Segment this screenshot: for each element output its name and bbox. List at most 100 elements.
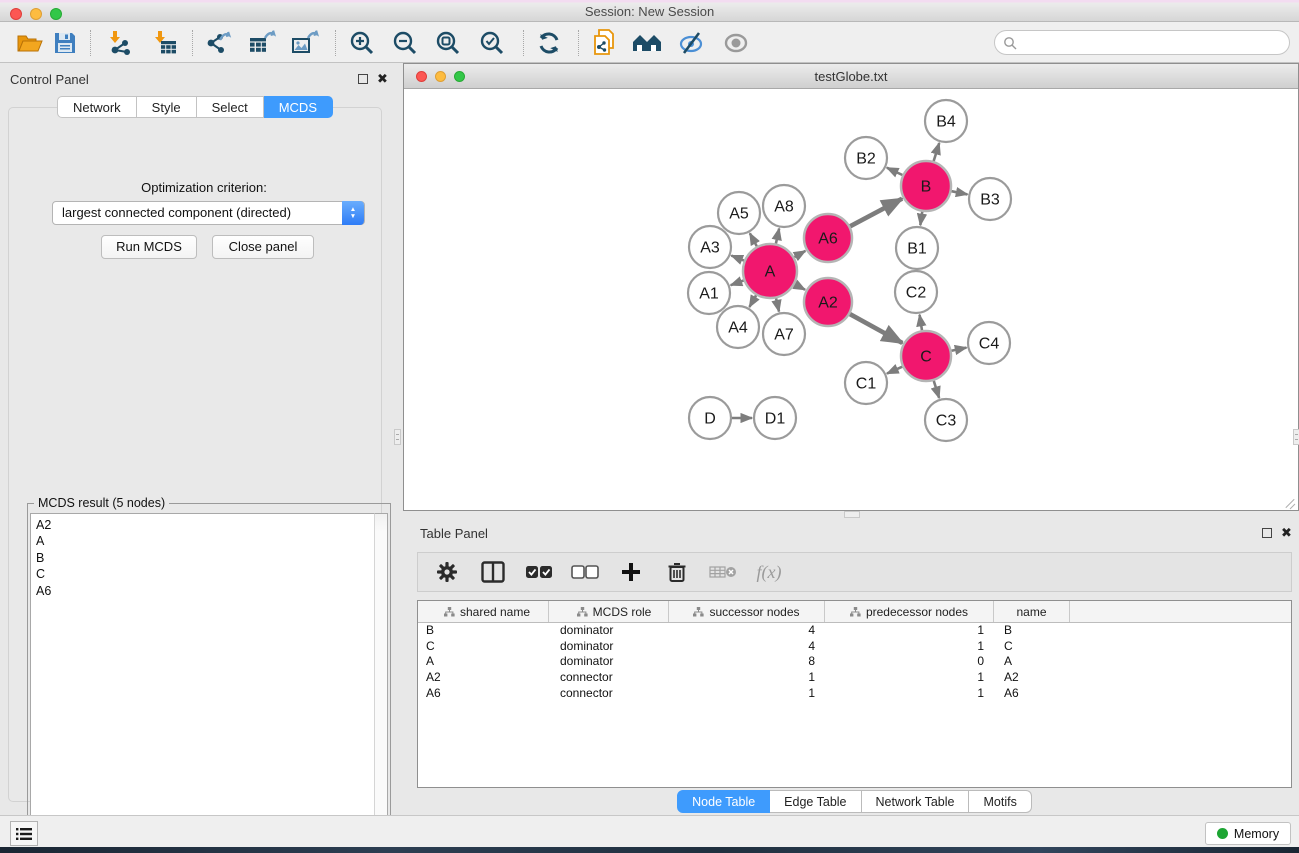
cell-shared-name[interactable]: C bbox=[418, 639, 549, 655]
cell-shared-name[interactable]: A2 bbox=[418, 670, 549, 686]
close-table-panel-icon[interactable]: ✖ bbox=[1281, 525, 1292, 541]
graph-edge-A-A3[interactable] bbox=[731, 256, 744, 261]
deselect-all-checkboxes-button[interactable] bbox=[570, 557, 600, 587]
import-table-button[interactable] bbox=[148, 26, 182, 60]
graph-edge-A-A2[interactable] bbox=[795, 284, 805, 290]
task-history-button[interactable] bbox=[10, 821, 38, 846]
graph-edge-A-A7[interactable] bbox=[776, 298, 779, 311]
cell-successor-nodes[interactable]: 1 bbox=[669, 686, 825, 702]
cell-successor-nodes[interactable]: 4 bbox=[669, 623, 825, 639]
cell-predecessor-nodes[interactable]: 1 bbox=[825, 686, 994, 702]
result-item[interactable]: A2 bbox=[36, 517, 376, 533]
add-column-button[interactable] bbox=[616, 557, 646, 587]
refresh-button[interactable] bbox=[532, 26, 566, 60]
cell-mcds-role[interactable]: dominator bbox=[549, 654, 669, 670]
close-panel-button[interactable]: Close panel bbox=[212, 235, 314, 259]
show-view-button[interactable] bbox=[719, 26, 753, 60]
result-item[interactable]: B bbox=[36, 550, 376, 566]
network-window-titlebar[interactable]: testGlobe.txt bbox=[404, 64, 1298, 89]
function-builder-button[interactable]: f(x) bbox=[754, 557, 784, 587]
gear-button[interactable] bbox=[432, 557, 462, 587]
table-row[interactable]: B dominator 4 1 B bbox=[418, 623, 1291, 639]
clone-network-button[interactable] bbox=[588, 26, 622, 60]
column-header-name[interactable]: name bbox=[994, 601, 1070, 622]
graph-edge-C-C4[interactable] bbox=[951, 348, 966, 351]
search-field[interactable] bbox=[994, 30, 1290, 55]
zoom-in-button[interactable] bbox=[345, 26, 379, 60]
float-panel-icon[interactable] bbox=[358, 74, 368, 84]
cell-predecessor-nodes[interactable]: 1 bbox=[825, 623, 994, 639]
run-mcds-button[interactable]: Run MCDS bbox=[101, 235, 197, 259]
cell-successor-nodes[interactable]: 8 bbox=[669, 654, 825, 670]
graph-edge-C-C2[interactable] bbox=[920, 315, 922, 331]
cell-shared-name[interactable]: A bbox=[418, 654, 549, 670]
network-graph[interactable]: B4B2BB3A8A5A6A3B1AA1C2A2A4A7C4CC1C3DD1 bbox=[405, 90, 1297, 510]
cell-name[interactable]: A6 bbox=[994, 686, 1070, 702]
select-all-checkboxes-button[interactable] bbox=[524, 557, 554, 587]
cell-mcds-role[interactable]: dominator bbox=[549, 639, 669, 655]
result-item[interactable]: C bbox=[36, 566, 376, 582]
float-table-panel-icon[interactable] bbox=[1262, 528, 1272, 538]
tab-motifs[interactable]: Motifs bbox=[969, 790, 1031, 813]
graph-edge-A-A4[interactable] bbox=[749, 295, 756, 307]
cell-name[interactable]: C bbox=[994, 639, 1070, 655]
save-session-button[interactable] bbox=[48, 26, 82, 60]
tab-network[interactable]: Network bbox=[57, 96, 137, 118]
cell-mcds-role[interactable]: dominator bbox=[549, 623, 669, 639]
cell-mcds-role[interactable]: connector bbox=[549, 670, 669, 686]
mcds-result-list[interactable]: A2 A B C A6 bbox=[30, 513, 376, 842]
cell-predecessor-nodes[interactable]: 0 bbox=[825, 654, 994, 670]
tab-style[interactable]: Style bbox=[137, 96, 197, 118]
tab-mcds[interactable]: MCDS bbox=[264, 96, 333, 118]
memory-button[interactable]: Memory bbox=[1205, 822, 1291, 845]
tab-edge-table[interactable]: Edge Table bbox=[770, 790, 861, 813]
result-item[interactable]: A bbox=[36, 533, 376, 549]
cell-predecessor-nodes[interactable]: 1 bbox=[825, 639, 994, 655]
graph-edge-A-A6[interactable] bbox=[794, 251, 805, 257]
export-table-button[interactable] bbox=[245, 26, 279, 60]
tab-node-table[interactable]: Node Table bbox=[677, 790, 770, 813]
graph-edge-B-B2[interactable] bbox=[887, 168, 903, 175]
hide-labels-button[interactable] bbox=[674, 26, 708, 60]
table-row[interactable]: A dominator 8 0 A bbox=[418, 654, 1291, 670]
graph-edge-C-C1[interactable] bbox=[887, 367, 902, 374]
search-input[interactable] bbox=[1022, 35, 1272, 50]
delete-table-button[interactable] bbox=[708, 557, 738, 587]
cell-name[interactable]: A bbox=[994, 654, 1070, 670]
cell-shared-name[interactable]: A6 bbox=[418, 686, 549, 702]
zoom-fit-button[interactable] bbox=[431, 26, 465, 60]
split-columns-button[interactable] bbox=[478, 557, 508, 587]
graph-edge-A2-C[interactable] bbox=[850, 314, 902, 343]
graph-edge-B-B4[interactable] bbox=[934, 143, 940, 161]
graph-edge-B-B3[interactable] bbox=[951, 191, 967, 194]
column-header-predecessor-nodes[interactable]: predecessor nodes bbox=[825, 601, 994, 622]
bottom-resize-grip[interactable] bbox=[844, 511, 860, 518]
table-row[interactable]: A2 connector 1 1 A2 bbox=[418, 670, 1291, 686]
cell-successor-nodes[interactable]: 1 bbox=[669, 670, 825, 686]
result-item[interactable]: A6 bbox=[36, 583, 376, 599]
column-header-successor-nodes[interactable]: successor nodes bbox=[669, 601, 825, 622]
left-resize-grip[interactable] bbox=[394, 429, 401, 445]
close-panel-icon[interactable]: ✖ bbox=[377, 71, 388, 87]
cell-name[interactable]: A2 bbox=[994, 670, 1070, 686]
graph-edge-B-B1[interactable] bbox=[920, 212, 922, 226]
graph-edge-A-A5[interactable] bbox=[750, 233, 757, 246]
cell-shared-name[interactable]: B bbox=[418, 623, 549, 639]
graph-edge-A-A8[interactable] bbox=[776, 228, 779, 243]
right-resize-grip[interactable] bbox=[1293, 429, 1299, 445]
graph-edge-A-A1[interactable] bbox=[731, 280, 744, 285]
cell-name[interactable]: B bbox=[994, 623, 1070, 639]
optimization-criterion-select[interactable]: largest connected component (directed) ▲… bbox=[52, 201, 365, 225]
dropdown-stepper-icon[interactable]: ▲▼ bbox=[342, 201, 364, 225]
export-network-button[interactable] bbox=[201, 26, 235, 60]
graph-edge-C-C3[interactable] bbox=[934, 381, 939, 398]
export-image-button[interactable] bbox=[288, 26, 322, 60]
table-row[interactable]: C dominator 4 1 C bbox=[418, 639, 1291, 655]
table-row[interactable]: A6 connector 1 1 A6 bbox=[418, 686, 1291, 702]
resize-corner-icon[interactable] bbox=[1284, 497, 1297, 510]
delete-button[interactable] bbox=[662, 557, 692, 587]
import-network-button[interactable] bbox=[103, 26, 137, 60]
column-header-mcds-role[interactable]: MCDS role bbox=[549, 601, 669, 622]
tab-select[interactable]: Select bbox=[197, 96, 264, 118]
cell-successor-nodes[interactable]: 4 bbox=[669, 639, 825, 655]
